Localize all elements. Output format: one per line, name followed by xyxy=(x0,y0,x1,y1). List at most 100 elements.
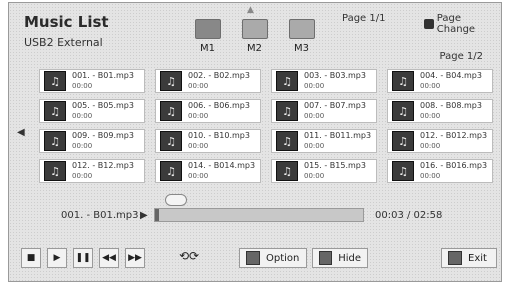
exit-button[interactable]: Exit xyxy=(441,248,497,268)
progress-fill xyxy=(155,209,160,221)
stop-icon[interactable]: ■ xyxy=(21,248,41,268)
track-name: 014. - B014.mp3 xyxy=(188,161,256,170)
track-name: 006. - B06.mp3 xyxy=(188,101,250,110)
music-note-icon: ♫ xyxy=(392,131,414,151)
folder-icon xyxy=(288,19,315,39)
track-name: 012. - B012.mp3 xyxy=(420,131,488,140)
tab-m3[interactable]: M3 xyxy=(285,19,318,54)
track-name: 012. - B12.mp3 xyxy=(72,161,134,170)
track-duration: 00:00 xyxy=(72,142,93,150)
track-name: 001. - B01.mp3 xyxy=(72,71,134,80)
option-key-icon xyxy=(246,251,260,265)
tab-m1[interactable]: M1 xyxy=(191,19,224,54)
track-name: 002. - B02.mp3 xyxy=(188,71,250,80)
track-item[interactable]: ♫ 015. - B15.mp3 00:00 xyxy=(271,159,377,183)
track-duration: 00:00 xyxy=(420,142,441,150)
music-note-icon: ♫ xyxy=(276,161,298,181)
page-change-label: Page Change xyxy=(436,13,476,35)
track-duration: 00:00 xyxy=(72,112,93,120)
track-item[interactable]: ♫ 016. - B016.mp3 00:00 xyxy=(387,159,493,183)
arrow-left-icon[interactable]: ◀ xyxy=(17,127,25,138)
track-grid: ♫ 001. - B01.mp3 00:00 ♫ 002. - B02.mp3 00:0… xyxy=(39,69,493,183)
track-name: 009. - B09.mp3 xyxy=(72,131,134,140)
track-duration: 00:00 xyxy=(420,172,441,180)
hide-button[interactable]: Hide xyxy=(312,248,368,268)
track-name: 003. - B03.mp3 xyxy=(304,71,366,80)
window-title: Music List xyxy=(24,13,109,31)
track-name: 016. - B016.mp3 xyxy=(420,161,488,170)
music-note-icon: ♫ xyxy=(276,101,298,121)
track-item[interactable]: ♫ 014. - B014.mp3 00:00 xyxy=(155,159,261,183)
music-note-icon: ♫ xyxy=(392,161,414,181)
track-item[interactable]: ♫ 008. - B08.mp3 00:00 xyxy=(387,99,493,123)
music-note-icon: ♫ xyxy=(276,131,298,151)
track-duration: 00:00 xyxy=(304,172,325,180)
track-item[interactable]: ♫ 012. - B012.mp3 00:00 xyxy=(387,129,493,153)
music-note-icon: ♫ xyxy=(44,71,66,91)
time-display: 00:03 / 02:58 xyxy=(375,210,443,221)
progress-bar[interactable] xyxy=(154,208,364,222)
track-duration: 00:00 xyxy=(188,172,209,180)
track-name: 007. - B07.mp3 xyxy=(304,101,366,110)
up-arrow-icon: ▲ xyxy=(247,5,254,15)
tab-m2[interactable]: M2 xyxy=(238,19,271,54)
track-duration: 00:00 xyxy=(72,82,93,90)
track-duration: 00:00 xyxy=(304,142,325,150)
mode-tabs: M1 M2 M3 xyxy=(191,19,318,54)
track-item[interactable]: ♫ 005. - B05.mp3 00:00 xyxy=(39,99,145,123)
tab-label: M2 xyxy=(247,43,262,54)
page-indicator-top: Page 1/1 xyxy=(342,13,386,24)
music-note-icon: ♫ xyxy=(44,101,66,121)
track-name: 015. - B15.mp3 xyxy=(304,161,366,170)
play-status-icon: ▶ xyxy=(140,210,148,221)
track-name: 011. - B011.mp3 xyxy=(304,131,372,140)
hide-label: Hide xyxy=(338,252,361,264)
track-item[interactable]: ♫ 007. - B07.mp3 00:00 xyxy=(271,99,377,123)
forward-icon[interactable]: ▶▶ xyxy=(125,248,145,268)
play-icon[interactable]: ▶ xyxy=(47,248,67,268)
track-item[interactable]: ♫ 004. - B04.mp3 00:00 xyxy=(387,69,493,93)
option-label: Option xyxy=(266,252,300,264)
folder-icon xyxy=(194,19,221,39)
page-change-hint: Page Change xyxy=(424,13,501,35)
pause-icon[interactable]: ❚❚ xyxy=(73,248,93,268)
hide-key-icon xyxy=(319,251,333,265)
device-label: USB2 External xyxy=(24,36,103,49)
loop-icon[interactable]: ⟲⟳ xyxy=(179,249,199,263)
music-note-icon: ♫ xyxy=(160,161,182,181)
track-item[interactable]: ♫ 009. - B09.mp3 00:00 xyxy=(39,129,145,153)
track-item[interactable]: ♫ 002. - B02.mp3 00:00 xyxy=(155,69,261,93)
track-item[interactable]: ♫ 011. - B011.mp3 00:00 xyxy=(271,129,377,153)
option-button[interactable]: Option xyxy=(239,248,307,268)
music-list-window: Music List USB2 External ▲ M1 M2 M3 Page… xyxy=(8,2,502,282)
music-note-icon: ♫ xyxy=(160,71,182,91)
tab-label: M3 xyxy=(294,43,309,54)
exit-key-icon xyxy=(448,251,462,265)
track-name: 005. - B05.mp3 xyxy=(72,101,134,110)
track-item[interactable]: ♫ 012. - B12.mp3 00:00 xyxy=(39,159,145,183)
track-name: 004. - B04.mp3 xyxy=(420,71,482,80)
track-duration: 00:00 xyxy=(188,112,209,120)
playback-controls: ■ ▶ ❚❚ ◀◀ ▶▶ xyxy=(21,248,145,268)
track-name: 010. - B10.mp3 xyxy=(188,131,250,140)
track-item[interactable]: ♫ 001. - B01.mp3 00:00 xyxy=(39,69,145,93)
music-note-icon: ♫ xyxy=(392,71,414,91)
folder-icon xyxy=(241,19,268,39)
track-duration: 00:00 xyxy=(72,172,93,180)
music-note-icon: ♫ xyxy=(160,101,182,121)
page-key-icon xyxy=(424,19,434,29)
music-note-icon: ♫ xyxy=(44,161,66,181)
track-duration: 00:00 xyxy=(420,112,441,120)
track-duration: 00:00 xyxy=(188,142,209,150)
exit-label: Exit xyxy=(468,252,487,264)
track-item[interactable]: ♫ 003. - B03.mp3 00:00 xyxy=(271,69,377,93)
rewind-icon[interactable]: ◀◀ xyxy=(99,248,119,268)
track-item[interactable]: ♫ 010. - B10.mp3 00:00 xyxy=(155,129,261,153)
scroll-indicator[interactable] xyxy=(165,194,187,206)
tab-label: M1 xyxy=(200,43,215,54)
music-note-icon: ♫ xyxy=(160,131,182,151)
track-item[interactable]: ♫ 006. - B06.mp3 00:00 xyxy=(155,99,261,123)
track-duration: 00:00 xyxy=(420,82,441,90)
track-name: 008. - B08.mp3 xyxy=(420,101,482,110)
track-duration: 00:00 xyxy=(188,82,209,90)
